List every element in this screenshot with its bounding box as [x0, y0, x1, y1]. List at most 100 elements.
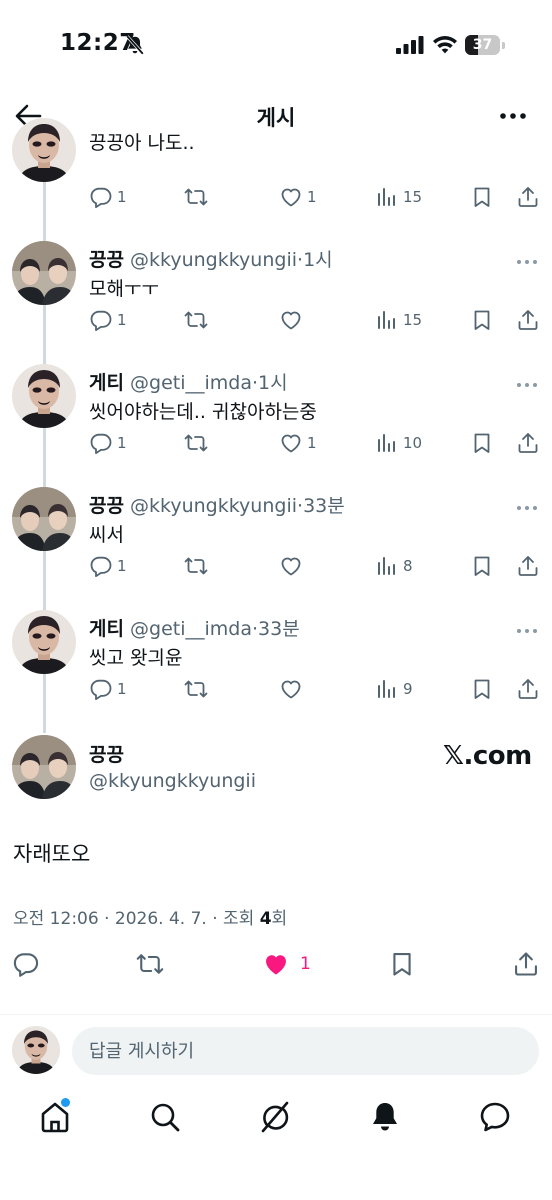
retweet-icon: [136, 950, 164, 978]
reply-avatar[interactable]: [12, 487, 76, 551]
reply-count: 1: [117, 680, 127, 698]
reply-avatar[interactable]: [12, 241, 76, 305]
share-button[interactable]: [516, 676, 540, 702]
views-icon: [375, 308, 399, 332]
reply-button[interactable]: [12, 951, 40, 977]
retweet-button[interactable]: [184, 676, 212, 702]
reply-input[interactable]: [72, 1027, 539, 1075]
grok-icon: [258, 1100, 292, 1134]
tweet-text: 자래또오: [13, 842, 91, 866]
retweet-button[interactable]: [184, 307, 212, 333]
like-button[interactable]: 1: [279, 184, 317, 210]
reply-avatar[interactable]: [12, 118, 76, 182]
reply-author-handle[interactable]: @geti__imda: [130, 372, 252, 394]
share-button[interactable]: [516, 307, 540, 333]
bookmark-button[interactable]: [470, 184, 494, 210]
author-avatar[interactable]: [12, 735, 76, 799]
reply-icon: [89, 677, 113, 701]
share-icon: [516, 308, 540, 332]
share-icon: [516, 554, 540, 578]
reply-author-name[interactable]: 게티: [89, 618, 124, 640]
reply-header: 게티 @geti__imda·1시: [89, 368, 288, 395]
views-button[interactable]: 8: [375, 553, 413, 579]
more-icon[interactable]: [516, 497, 538, 510]
more-icon[interactable]: [516, 620, 538, 633]
reply-time[interactable]: 33분: [258, 618, 300, 640]
retweet-button[interactable]: [184, 553, 212, 579]
reply-author-name[interactable]: 끙끙: [89, 249, 124, 271]
nav-notifications[interactable]: [368, 1100, 402, 1134]
reply-icon: [89, 431, 113, 455]
more-icon[interactable]: [498, 104, 528, 128]
nav-search[interactable]: [148, 1100, 182, 1134]
like-button[interactable]: [279, 553, 307, 579]
views-icon: [375, 431, 399, 455]
reply-author-name[interactable]: 끙끙: [89, 495, 124, 517]
bookmark-icon: [470, 554, 494, 578]
reply-count: 1: [117, 188, 127, 206]
tweet-timestamp: 오전 12:06 · 2026. 4. 7. · 조회: [13, 909, 260, 929]
share-icon: [512, 950, 540, 978]
notification-dot: [61, 1098, 70, 1107]
retweet-button[interactable]: [136, 951, 164, 977]
share-button[interactable]: [512, 951, 540, 977]
reply-time[interactable]: 1시: [303, 249, 333, 271]
reply-text: 끙끙아 나도..: [89, 132, 195, 154]
bookmark-button[interactable]: [470, 307, 494, 333]
bookmark-icon: [470, 431, 494, 455]
view-count[interactable]: 4: [260, 909, 272, 929]
reply-button[interactable]: 1: [89, 307, 127, 333]
more-icon[interactable]: [516, 251, 538, 264]
like-button[interactable]: [279, 676, 307, 702]
like-button[interactable]: 1: [262, 951, 311, 977]
reply-author-name[interactable]: 게티: [89, 372, 124, 394]
views-button[interactable]: 9: [375, 676, 413, 702]
cellular-signal-icon: [396, 36, 424, 54]
views-count: 8: [403, 557, 413, 575]
bookmark-button[interactable]: [470, 676, 494, 702]
reply-text: 씻고 왓긔윤: [89, 647, 183, 669]
views-button[interactable]: 10: [375, 430, 422, 456]
reply-avatar[interactable]: [12, 610, 76, 674]
reply-author-handle[interactable]: @geti__imda: [130, 618, 252, 640]
reply-author-handle[interactable]: @kkyungkkyungii: [130, 495, 297, 517]
bookmark-button[interactable]: [388, 951, 416, 977]
nav-messages[interactable]: [478, 1100, 512, 1134]
heart-icon: [279, 185, 303, 209]
bookmark-button[interactable]: [470, 553, 494, 579]
like-button[interactable]: 1: [279, 430, 317, 456]
status-bar: 12:27 37: [0, 0, 552, 90]
author-handle[interactable]: @kkyungkkyungii: [89, 770, 256, 792]
reply-avatar[interactable]: [12, 364, 76, 428]
reply-button[interactable]: 1: [89, 184, 127, 210]
bell-slash-icon: [124, 34, 146, 56]
reply-button[interactable]: 1: [89, 430, 127, 456]
share-button[interactable]: [516, 430, 540, 456]
retweet-icon: [184, 554, 208, 578]
share-button[interactable]: [516, 553, 540, 579]
retweet-button[interactable]: [184, 184, 212, 210]
reply-time[interactable]: 33분: [303, 495, 345, 517]
reply-button[interactable]: 1: [89, 553, 127, 579]
nav-grok[interactable]: [258, 1100, 292, 1134]
reply-time[interactable]: 1시: [258, 372, 288, 394]
like-button[interactable]: [279, 307, 307, 333]
bookmark-button[interactable]: [470, 430, 494, 456]
bookmark-icon: [388, 950, 416, 978]
bookmark-icon: [470, 308, 494, 332]
share-button[interactable]: [516, 184, 540, 210]
more-icon[interactable]: [516, 374, 538, 387]
like-count: 1: [307, 188, 317, 206]
views-button[interactable]: 15: [375, 184, 422, 210]
retweet-button[interactable]: [184, 430, 212, 456]
reply-author-handle[interactable]: @kkyungkkyungii: [130, 249, 297, 271]
reply-button[interactable]: 1: [89, 676, 127, 702]
retweet-icon: [184, 431, 208, 455]
battery-icon: 37: [465, 34, 505, 56]
reply-text: 씨서: [89, 524, 124, 546]
my-avatar[interactable]: [12, 1026, 60, 1074]
reply-text: 씻어야하는데.. 귀찮아하는중: [89, 401, 317, 423]
author-name[interactable]: 끙끙: [89, 740, 124, 767]
views-button[interactable]: 15: [375, 307, 422, 333]
like-count: 1: [300, 954, 311, 974]
